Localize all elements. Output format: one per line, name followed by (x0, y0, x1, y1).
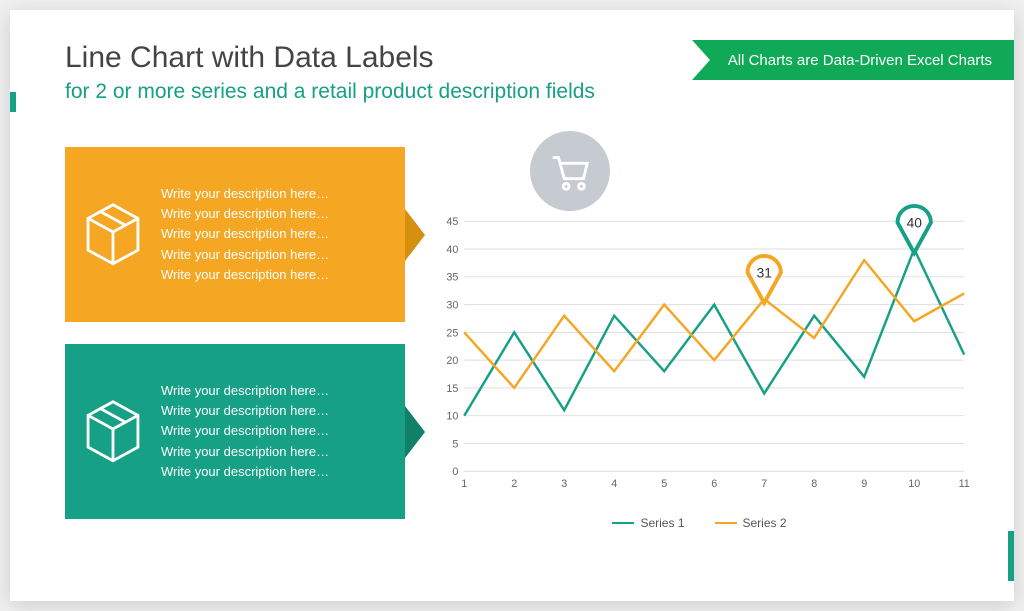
svg-text:35: 35 (446, 272, 458, 284)
svg-text:25: 25 (446, 327, 458, 339)
slide-container: Line Chart with Data Labels for 2 or mor… (10, 10, 1014, 601)
desc-line: Write your description here… (161, 224, 329, 244)
svg-text:20: 20 (446, 355, 458, 367)
content-row: Write your description here… Write your … (65, 139, 974, 539)
page-title: Line Chart with Data Labels (65, 40, 595, 76)
header-row: Line Chart with Data Labels for 2 or mor… (65, 40, 974, 104)
desc-line: Write your description here… (161, 245, 329, 265)
desc-line: Write your description here… (161, 265, 329, 285)
svg-text:10: 10 (446, 411, 458, 423)
svg-text:40: 40 (907, 215, 923, 230)
descriptions-column: Write your description here… Write your … (65, 139, 405, 539)
desc-line: Write your description here… (161, 381, 329, 401)
legend-swatch (715, 522, 737, 525)
svg-text:8: 8 (811, 478, 817, 490)
svg-text:40: 40 (446, 244, 458, 256)
legend-item-2: Series 2 (715, 516, 787, 530)
description-text-1[interactable]: Write your description here… Write your … (161, 184, 329, 285)
svg-text:7: 7 (761, 478, 767, 490)
description-card-2[interactable]: Write your description here… Write your … (65, 344, 405, 519)
svg-text:5: 5 (452, 438, 458, 450)
box-icon (79, 395, 147, 468)
accent-left (10, 92, 16, 112)
svg-text:45: 45 (446, 216, 458, 228)
desc-line: Write your description here… (161, 442, 329, 462)
page-subtitle: for 2 or more series and a retail produc… (65, 80, 595, 104)
accent-right (1008, 531, 1014, 581)
svg-text:30: 30 (446, 300, 458, 312)
cart-icon (530, 131, 610, 211)
svg-text:1: 1 (461, 478, 467, 490)
desc-line: Write your description here… (161, 462, 329, 482)
desc-line: Write your description here… (161, 204, 329, 224)
desc-line: Write your description here… (161, 421, 329, 441)
svg-text:31: 31 (757, 265, 772, 280)
legend-item-1: Series 1 (612, 516, 684, 530)
chart-column: 0510152025303540451234567891011 31 40 Se… (425, 139, 974, 539)
svg-text:9: 9 (861, 478, 867, 490)
line-chart: 0510152025303540451234567891011 31 40 (425, 159, 974, 509)
svg-text:3: 3 (561, 478, 567, 490)
legend-label: Series 2 (743, 516, 787, 530)
svg-text:15: 15 (446, 383, 458, 395)
ribbon-banner: All Charts are Data-Driven Excel Charts (692, 40, 1014, 80)
box-icon (79, 198, 147, 271)
svg-text:6: 6 (711, 478, 717, 490)
legend-label: Series 1 (640, 516, 684, 530)
svg-text:10: 10 (908, 478, 920, 490)
title-block: Line Chart with Data Labels for 2 or mor… (65, 40, 595, 104)
svg-text:4: 4 (611, 478, 617, 490)
desc-line: Write your description here… (161, 184, 329, 204)
desc-line: Write your description here… (161, 401, 329, 421)
description-text-2[interactable]: Write your description here… Write your … (161, 381, 329, 482)
svg-text:0: 0 (452, 466, 458, 478)
chart-legend: Series 1 Series 2 (425, 516, 974, 530)
description-card-1[interactable]: Write your description here… Write your … (65, 147, 405, 322)
svg-text:5: 5 (661, 478, 667, 490)
svg-text:2: 2 (511, 478, 517, 490)
legend-swatch (612, 522, 634, 525)
svg-text:11: 11 (959, 478, 970, 490)
